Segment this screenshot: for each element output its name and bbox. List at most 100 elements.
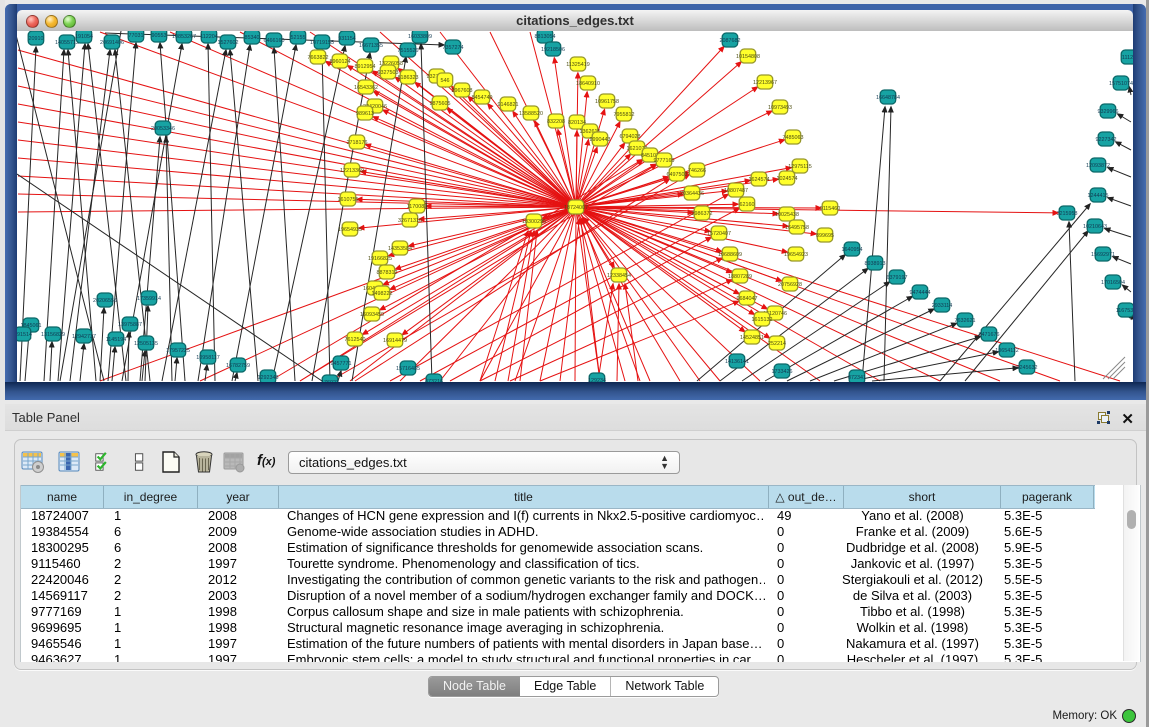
svg-text:20206556: 20206556: [93, 298, 117, 304]
svg-text:19654923: 19654923: [784, 252, 808, 258]
svg-text:13975887: 13975887: [118, 322, 142, 328]
svg-text:10973493: 10973493: [768, 105, 792, 111]
svg-text:2718176: 2718176: [347, 140, 368, 146]
svg-text:18300295: 18300295: [522, 219, 546, 225]
svg-text:10654112: 10654112: [995, 348, 1019, 354]
svg-text:18807289: 18807289: [728, 274, 752, 280]
svg-text:1024574: 1024574: [777, 176, 798, 182]
svg-text:11123: 11123: [1122, 55, 1133, 61]
svg-text:8878312: 8878312: [377, 270, 398, 276]
svg-text:10958117: 10958117: [196, 355, 220, 361]
svg-text:14136141: 14136141: [725, 359, 749, 365]
svg-text:20053346: 20053346: [151, 126, 175, 132]
svg-text:7663822: 7663822: [308, 55, 329, 61]
svg-text:9474444: 9474444: [910, 290, 931, 296]
svg-text:12505135: 12505135: [134, 341, 158, 347]
svg-text:16093459: 16093459: [360, 312, 384, 318]
svg-text:2986372: 2986372: [692, 211, 713, 217]
svg-text:15720407: 15720407: [707, 231, 731, 237]
svg-text:746266: 746266: [688, 168, 706, 174]
svg-text:12093872: 12093872: [1086, 163, 1110, 169]
svg-text:18724007: 18724007: [564, 205, 588, 211]
svg-text:2087682: 2087682: [720, 38, 741, 44]
svg-text:20364436: 20364436: [680, 191, 704, 197]
svg-text:9777169: 9777169: [654, 158, 675, 164]
svg-text:989613: 989613: [356, 111, 374, 117]
svg-text:17016504: 17016504: [1101, 280, 1125, 286]
svg-text:1498222: 1498222: [372, 291, 393, 297]
svg-text:9115460: 9115460: [820, 206, 841, 212]
svg-text:7955812: 7955812: [614, 112, 635, 118]
svg-text:9875605: 9875605: [430, 101, 451, 107]
svg-text:18640910: 18640910: [576, 81, 600, 87]
svg-text:12338454: 12338454: [607, 273, 631, 279]
svg-text:1244415: 1244415: [1088, 193, 1109, 199]
svg-text:15716485: 15716485: [396, 366, 420, 372]
svg-text:8912954: 8912954: [355, 64, 376, 70]
svg-text:899695: 899695: [816, 233, 834, 239]
svg-text:16671355: 16671355: [359, 43, 383, 49]
svg-text:191054: 191054: [75, 34, 93, 40]
svg-text:8454749: 8454749: [472, 95, 493, 101]
svg-text:8471676: 8471676: [979, 332, 1000, 338]
svg-text:1640954: 1640954: [842, 247, 863, 253]
svg-text:14055712: 14055712: [55, 40, 79, 46]
svg-text:10853267: 10853267: [172, 34, 196, 40]
svg-text:7612540: 7612540: [345, 337, 366, 343]
svg-text:17957225: 17957225: [166, 348, 190, 354]
svg-text:20756928: 20756928: [778, 282, 802, 288]
svg-text:10210643: 10210643: [1083, 224, 1107, 230]
svg-text:6794028: 6794028: [620, 134, 641, 140]
svg-text:8938913: 8938913: [865, 261, 886, 267]
svg-text:16782759: 16782759: [226, 363, 250, 369]
svg-text:10961758: 10961758: [595, 99, 619, 105]
svg-text:1733426: 1733426: [772, 369, 793, 375]
svg-text:16543362: 16543362: [354, 85, 378, 91]
svg-text:9329966: 9329966: [1098, 109, 1119, 115]
svg-text:32671310: 32671310: [398, 218, 422, 224]
svg-text:16648784: 16648784: [876, 95, 900, 101]
svg-text:20691406: 20691406: [100, 40, 124, 46]
svg-text:10154808: 10154808: [736, 54, 760, 60]
svg-text:10025438: 10025438: [775, 212, 799, 218]
svg-text:7357274: 7357274: [443, 45, 464, 51]
svg-text:873216: 873216: [425, 379, 443, 382]
svg-text:90553: 90553: [152, 33, 167, 39]
svg-text:10688609: 10688609: [718, 252, 742, 258]
svg-text:77031: 77031: [129, 33, 144, 39]
svg-text:20910: 20910: [29, 36, 44, 42]
svg-text:7632621: 7632621: [955, 318, 976, 324]
svg-text:6497503: 6497503: [667, 172, 688, 178]
svg-text:52155: 52155: [291, 35, 306, 41]
svg-text:391514: 391514: [17, 332, 32, 338]
svg-text:7485063: 7485063: [783, 135, 804, 141]
svg-text:9990443: 9990443: [590, 137, 611, 143]
svg-text:7515526: 7515526: [398, 48, 419, 54]
svg-text:9457771: 9457771: [331, 361, 352, 367]
svg-text:1170083: 1170083: [407, 204, 428, 210]
svg-text:129234: 129234: [588, 378, 606, 382]
svg-text:2967608: 2967608: [452, 88, 473, 94]
svg-text:8960124: 8960124: [330, 59, 351, 65]
svg-text:15751074: 15751074: [1109, 81, 1133, 87]
svg-text:16914479: 16914479: [383, 338, 407, 344]
svg-text:10807487: 10807487: [724, 188, 748, 194]
svg-text:6379197: 6379197: [887, 275, 908, 281]
svg-text:15692971: 15692971: [1091, 252, 1115, 258]
svg-text:14524851: 14524851: [740, 335, 764, 341]
svg-text:3215958: 3215958: [1057, 211, 1078, 217]
svg-text:1624574: 1624574: [749, 177, 770, 183]
svg-text:1610755: 1610755: [338, 197, 359, 203]
svg-text:112204: 112204: [200, 34, 218, 40]
svg-text:931154: 931154: [338, 36, 356, 42]
svg-text:9146821: 9146821: [498, 102, 519, 108]
svg-text:9245632: 9245632: [1017, 365, 1038, 371]
svg-text:6466160: 6466160: [264, 38, 285, 44]
svg-text:832208: 832208: [547, 119, 565, 125]
svg-text:1292348: 1292348: [258, 375, 279, 381]
svg-text:12942737: 12942737: [72, 334, 96, 340]
svg-text:13156829: 13156829: [41, 332, 65, 338]
svg-text:176023: 176023: [321, 380, 339, 382]
svg-text:62160: 62160: [740, 202, 755, 208]
svg-text:9327503: 9327503: [378, 70, 399, 76]
